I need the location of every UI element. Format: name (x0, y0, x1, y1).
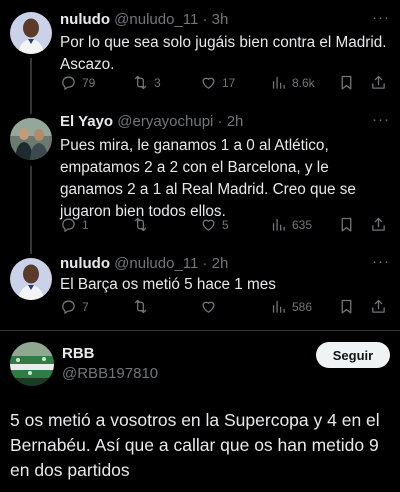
reply-icon (62, 76, 75, 90)
bookmark-icon (341, 217, 352, 232)
tweet-header: El Yayo @eryayochupi · 2h (60, 112, 243, 132)
display-name[interactable]: nuludo (60, 11, 110, 28)
like-count: 5 (222, 217, 229, 232)
tweet-actions: 79 3 17 8.6k (60, 74, 390, 94)
tweet-actions: 7 586 (60, 298, 390, 318)
timestamp[interactable]: · 3h (203, 11, 229, 28)
timestamp[interactable]: · 2h (218, 113, 244, 130)
retweet-icon (134, 217, 147, 232)
like-button[interactable] (200, 298, 222, 315)
heart-icon (202, 77, 215, 89)
reply-button[interactable]: 79 (60, 74, 95, 91)
retweet-button[interactable] (132, 298, 154, 315)
view-count: 635 (292, 217, 313, 232)
heart-icon (202, 301, 215, 313)
display-name[interactable]: El Yayo (60, 113, 113, 130)
reply-button[interactable]: 7 (60, 298, 89, 315)
views-icon (272, 300, 285, 313)
display-name[interactable]: nuludo (60, 255, 110, 272)
retweet-button[interactable]: 3 (132, 74, 161, 91)
bookmark-button[interactable] (338, 216, 355, 233)
timestamp[interactable]: · 2h (203, 255, 229, 272)
like-button[interactable]: 5 (200, 216, 229, 233)
views-icon (272, 76, 285, 89)
share-icon (372, 217, 385, 231)
reply-count: 79 (82, 75, 96, 90)
user-handle[interactable]: @nuludo_11 (114, 255, 198, 272)
share-icon (372, 75, 385, 89)
user-handle[interactable]: @RBB197810 (62, 364, 158, 384)
follow-button[interactable]: Seguir (316, 342, 390, 368)
reply-count: 1 (82, 217, 89, 232)
thread-line (30, 166, 32, 254)
bookmark-icon (341, 75, 352, 90)
divider (0, 330, 400, 331)
user-handle[interactable]: @nuludo_11 (114, 11, 198, 28)
avatar[interactable] (10, 12, 52, 54)
retweet-count: 3 (154, 75, 161, 90)
share-icon (372, 299, 385, 313)
retweet-button[interactable] (132, 216, 154, 233)
views-button[interactable]: 586 (270, 298, 312, 315)
views-icon (272, 218, 285, 231)
reply-count: 7 (82, 299, 89, 314)
user-handle[interactable]: @eryayochupi (117, 113, 213, 130)
reply-button[interactable]: 1 (60, 216, 89, 233)
bookmark-button[interactable] (338, 74, 355, 91)
tweet-text: Por lo que sea solo jugáis bien contra e… (60, 34, 387, 73)
tweet-text: 5 os metió a vosotros en la Supercopa y … (10, 410, 380, 480)
like-count: 17 (222, 75, 236, 90)
more-options-icon[interactable]: ··· (372, 252, 390, 272)
share-button[interactable] (370, 298, 387, 315)
tweet-header: nuludo @nuludo_11 · 2h (60, 254, 228, 274)
view-count: 8.6k (292, 75, 315, 90)
retweet-icon (134, 299, 147, 314)
view-count: 586 (292, 299, 313, 314)
like-button[interactable]: 17 (200, 74, 235, 91)
avatar[interactable] (10, 118, 52, 160)
tweet-text: Pues mira, le ganamos 1 a 0 al Atlético,… (60, 137, 356, 220)
share-button[interactable] (370, 216, 387, 233)
more-options-icon[interactable]: ··· (372, 110, 390, 130)
views-button[interactable]: 8.6k (270, 74, 315, 91)
thread-line (30, 58, 32, 114)
reply-icon (62, 218, 75, 232)
display-name[interactable]: RBB (62, 344, 95, 364)
share-button[interactable] (370, 74, 387, 91)
bookmark-icon (341, 299, 352, 314)
avatar[interactable] (10, 258, 52, 300)
tweet-header: nuludo @nuludo_11 · 3h (60, 10, 228, 30)
tweet-actions: 1 5 635 (60, 216, 390, 236)
views-button[interactable]: 635 (270, 216, 312, 233)
tweet-text: El Barça os metió 5 hace 1 mes (60, 276, 276, 293)
bookmark-button[interactable] (338, 298, 355, 315)
heart-icon (202, 219, 215, 231)
more-options-icon[interactable]: ··· (372, 8, 390, 28)
avatar[interactable] (10, 342, 54, 386)
reply-icon (62, 300, 75, 314)
retweet-icon (134, 75, 147, 90)
